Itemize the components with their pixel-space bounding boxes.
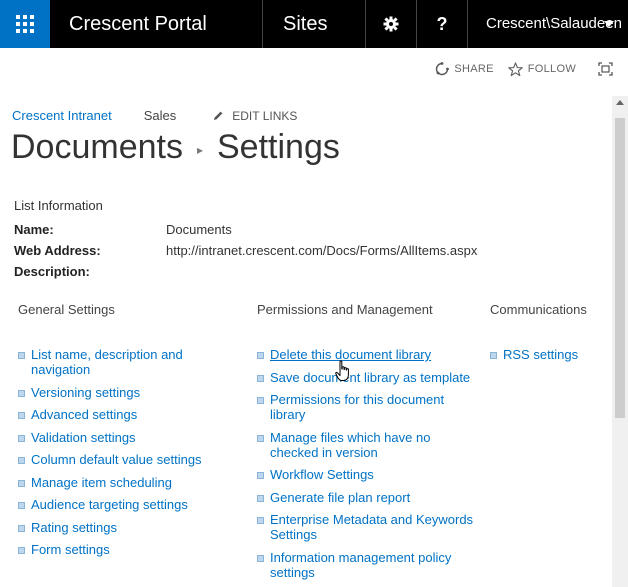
advanced-settings-link[interactable]: Advanced settings (31, 407, 137, 422)
list-item: List name, description and navigation (18, 347, 243, 377)
list-item: Save document library as template (257, 370, 479, 385)
form-settings-link[interactable]: Form settings (31, 542, 110, 557)
name-value: Documents (166, 222, 232, 237)
user-menu[interactable]: Crescent\Salaudeen (468, 0, 628, 48)
communications-heading: Communications (490, 302, 587, 317)
web-address-label: Web Address: (14, 243, 101, 258)
list-item: Advanced settings (18, 407, 243, 422)
list-item: Rating settings (18, 520, 243, 535)
follow-button[interactable]: FOLLOW (507, 61, 576, 77)
suite-bar: Crescent Portal Sites ? Crescent\Salaude… (0, 0, 628, 48)
generate-file-plan-report-link[interactable]: Generate file plan report (270, 490, 410, 505)
list-item: Enterprise Metadata and Keywords Setting… (257, 512, 479, 542)
focus-content-icon (598, 62, 613, 76)
nav-sales-link[interactable]: Sales (144, 108, 177, 123)
focus-content-button[interactable] (598, 62, 618, 76)
list-info-heading: List Information (14, 198, 103, 213)
scrollbar-thumb[interactable] (615, 118, 625, 418)
name-label: Name: (14, 222, 54, 237)
title-list-link[interactable]: Documents (11, 128, 183, 167)
delete-document-library-link[interactable]: Delete this document library (270, 347, 431, 362)
workflow-settings-link[interactable]: Workflow Settings (270, 467, 374, 482)
validation-settings-link[interactable]: Validation settings (31, 430, 136, 445)
general-settings-section: General Settings List name, description … (18, 302, 243, 565)
list-info-row: Web Address: http://intranet.crescent.co… (14, 240, 477, 261)
list-item: Audience targeting settings (18, 497, 243, 512)
list-info-row: Description: (14, 261, 477, 282)
help-button[interactable]: ? (417, 0, 467, 48)
rating-settings-link[interactable]: Rating settings (31, 520, 117, 535)
list-item: Manage item scheduling (18, 475, 243, 490)
manage-checked-out-files-link[interactable]: Manage files which have no checked in ve… (270, 430, 430, 460)
audience-targeting-settings-link[interactable]: Audience targeting settings (31, 497, 188, 512)
library-permissions-link[interactable]: Permissions for this document library (270, 392, 444, 422)
list-item: Information management policy settings (257, 550, 479, 580)
app-launcher-icon (16, 15, 34, 33)
web-address-value: http://intranet.crescent.com/Docs/Forms/… (166, 243, 478, 258)
portal-brand[interactable]: Crescent Portal (50, 0, 262, 48)
app-launcher-button[interactable] (0, 0, 50, 48)
list-item: Column default value settings (18, 452, 243, 467)
nav-home-link[interactable]: Crescent Intranet (12, 108, 112, 123)
share-label: SHARE (454, 63, 494, 75)
settings-button[interactable] (366, 0, 416, 48)
general-settings-heading: General Settings (18, 302, 115, 317)
rss-settings-link[interactable]: RSS settings (503, 347, 578, 362)
share-button[interactable]: SHARE (435, 62, 493, 76)
communications-section: Communications RSS settings (490, 302, 605, 370)
communications-list: RSS settings (490, 347, 605, 362)
save-as-template-link[interactable]: Save document library as template (270, 370, 470, 385)
gear-icon (383, 16, 399, 32)
permissions-management-list: Delete this document library Save docume… (257, 347, 479, 580)
list-item: Generate file plan report (257, 490, 479, 505)
enterprise-metadata-keywords-link[interactable]: Enterprise Metadata and Keywords Setting… (270, 512, 473, 542)
edit-links-button[interactable]: EDIT LINKS (212, 109, 297, 123)
pencil-icon (214, 111, 223, 120)
star-icon (507, 61, 523, 76)
follow-label: FOLLOW (527, 63, 576, 75)
versioning-settings-link[interactable]: Versioning settings (31, 385, 140, 400)
list-item: Manage files which have no checked in ve… (257, 430, 479, 460)
help-icon: ? (436, 13, 448, 34)
share-icon (436, 62, 450, 76)
list-item: Workflow Settings (257, 467, 479, 482)
list-item: Versioning settings (18, 385, 243, 400)
permissions-management-section: Permissions and Management Delete this d… (257, 302, 479, 587)
scroll-up-arrow-icon[interactable] (616, 100, 624, 105)
title-page: Settings (217, 128, 340, 166)
manage-item-scheduling-link[interactable]: Manage item scheduling (31, 475, 172, 490)
list-info-row: Name: Documents (14, 219, 477, 240)
list-information: List Information Name: Documents Web Add… (14, 198, 477, 282)
list-item: Validation settings (18, 430, 243, 445)
page-actions: SHARE FOLLOW (421, 58, 618, 80)
permissions-management-heading: Permissions and Management (257, 302, 433, 317)
list-item: RSS settings (490, 347, 605, 362)
top-navigation: Crescent Intranet Sales EDIT LINKS (12, 108, 297, 123)
column-default-value-settings-link[interactable]: Column default value settings (31, 452, 202, 467)
vertical-scrollbar[interactable] (612, 96, 628, 587)
caret-down-icon (604, 21, 614, 27)
breadcrumb-separator-icon: ▸ (196, 142, 203, 157)
list-item: Form settings (18, 542, 243, 557)
information-management-policy-link[interactable]: Information management policy settings (270, 550, 451, 580)
list-item: Permissions for this document library (257, 392, 479, 422)
page-title: Documents ▸ Settings (11, 128, 340, 167)
sites-link[interactable]: Sites (263, 0, 365, 48)
description-label: Description: (14, 264, 90, 279)
general-settings-list: List name, description and navigation Ve… (18, 347, 243, 557)
list-item: Delete this document library (257, 347, 479, 362)
list-name-description-navigation-link[interactable]: List name, description and navigation (31, 347, 183, 377)
edit-links-label: EDIT LINKS (232, 108, 298, 123)
user-name: Crescent\Salaudeen (486, 15, 622, 32)
